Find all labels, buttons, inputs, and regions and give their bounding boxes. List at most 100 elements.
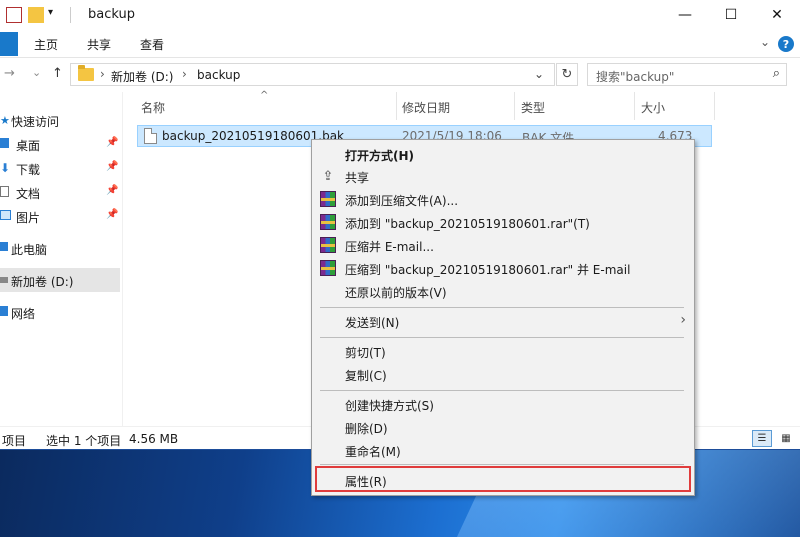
properties-icon[interactable] (6, 7, 22, 23)
search-placeholder: 搜索"backup" (596, 70, 675, 84)
menu-item-label: 添加到 "backup_20210519180601.rar"(T) (345, 217, 590, 231)
winrar-icon (320, 214, 336, 230)
sidebar-item-label: 文档 (16, 187, 41, 201)
pin-icon[interactable]: 📌 (106, 161, 118, 172)
recent-locations-icon[interactable]: ⌄ (32, 66, 41, 79)
ribbon-tabs: 主页 共享 查看 ⌄ (0, 30, 800, 58)
chevron-right-icon[interactable]: › (182, 67, 187, 81)
menu-item-copy[interactable]: 复制(C) (314, 363, 692, 386)
minimize-button[interactable]: — (662, 0, 708, 30)
menu-item-compress-email[interactable]: 压缩并 E-mail... (314, 234, 692, 257)
sidebar-item-drive-d[interactable]: 新加卷 (D:) (0, 268, 120, 292)
status-selection: 选中 1 个项目 (46, 434, 122, 448)
tab-home[interactable]: 主页 (34, 36, 58, 53)
search-input[interactable]: 搜索"backup" ⌕ (587, 63, 787, 86)
refresh-button[interactable]: ↻ (556, 63, 578, 86)
menu-item-share[interactable]: ⇪ 共享 (314, 165, 692, 188)
computer-icon (0, 242, 8, 251)
menu-item-compress-to-rar-email[interactable]: 压缩到 "backup_20210519180601.rar" 并 E-mail (314, 257, 692, 280)
sidebar-item-pictures[interactable]: 图片 📌 (0, 204, 120, 228)
menu-item-restore-previous[interactable]: 还原以前的版本(V) (314, 280, 692, 303)
file-tab[interactable] (0, 32, 18, 56)
menu-item-label: 删除(D) (345, 422, 388, 436)
breadcrumb-folder[interactable]: backup (197, 68, 240, 82)
menu-item-create-shortcut[interactable]: 创建快捷方式(S) (314, 393, 692, 416)
column-headers: ^ 名称 修改日期 类型 大小 (124, 90, 800, 120)
up-arrow-icon[interactable]: ↑ (52, 66, 63, 81)
winrar-icon (320, 260, 336, 276)
menu-item-send-to[interactable]: 发送到(N) › (314, 310, 692, 333)
menu-item-add-to-rar[interactable]: 添加到 "backup_20210519180601.rar"(T) (314, 211, 692, 234)
navigation-pane: ★ 快速访问 桌面 📌 ⬇ 下载 📌 文档 📌 图片 📌 此电脑 新加卷 (D:… (0, 92, 122, 426)
menu-item-label: 打开方式(H) (345, 149, 415, 163)
column-type[interactable]: 类型 (521, 99, 545, 116)
pin-icon[interactable]: 📌 (106, 209, 118, 220)
customize-chevron-icon[interactable]: ▾ (48, 7, 58, 23)
chevron-right-icon[interactable]: › (100, 67, 105, 81)
menu-item-add-to-archive[interactable]: 添加到压缩文件(A)... (314, 188, 692, 211)
menu-separator (320, 464, 684, 465)
status-item-count: 项目 (2, 434, 27, 448)
menu-item-delete[interactable]: 删除(D) (314, 416, 692, 439)
sidebar-item-network[interactable]: 网络 (0, 300, 120, 324)
ribbon-collapse-icon[interactable]: ⌄ (760, 35, 770, 49)
sidebar-item-label: 网络 (11, 307, 36, 321)
menu-item-label: 剪切(T) (345, 346, 386, 360)
address-dropdown-icon[interactable]: ⌄ (534, 67, 544, 81)
document-icon (0, 186, 9, 197)
desktop-icon (0, 138, 9, 148)
sidebar-item-downloads[interactable]: ⬇ 下载 📌 (0, 156, 120, 180)
sidebar-item-label: 快速访问 (11, 115, 60, 129)
highlight-box (315, 466, 691, 492)
tab-view[interactable]: 查看 (140, 36, 164, 53)
share-icon: ⇪ (322, 168, 334, 184)
sidebar-item-this-pc[interactable]: 此电脑 (0, 236, 120, 260)
column-size[interactable]: 大小 (641, 99, 665, 116)
status-size: 4.56 MB (129, 432, 179, 446)
tab-share[interactable]: 共享 (87, 36, 111, 53)
network-icon (0, 306, 8, 316)
folder-icon (78, 65, 94, 81)
forward-arrow-icon[interactable]: → (4, 66, 15, 81)
sidebar-item-documents[interactable]: 文档 📌 (0, 180, 120, 204)
column-divider[interactable] (714, 92, 715, 120)
navigation-bar: → ⌄ ↑ › 新加卷 (D:) › backup ⌄ ↻ 搜索"backup"… (0, 60, 800, 88)
winrar-icon (320, 237, 336, 253)
menu-separator (320, 390, 684, 391)
menu-item-open-with[interactable]: 打开方式(H) (314, 143, 692, 166)
menu-item-cut[interactable]: 剪切(T) (314, 340, 692, 363)
window-title: backup (88, 7, 135, 22)
file-icon (144, 128, 157, 144)
sidebar-item-quick-access[interactable]: ★ 快速访问 (0, 108, 120, 132)
column-divider[interactable] (514, 92, 515, 120)
pane-divider[interactable] (122, 92, 123, 426)
address-bar[interactable]: › 新加卷 (D:) › backup ⌄ (70, 63, 555, 86)
download-icon: ⬇ (0, 161, 11, 175)
menu-item-label: 复制(C) (345, 369, 387, 383)
menu-item-rename[interactable]: 重命名(M) (314, 439, 692, 462)
sidebar-item-label: 下载 (16, 163, 41, 177)
search-icon: ⌕ (772, 66, 780, 81)
sidebar-item-label: 桌面 (16, 139, 41, 153)
sidebar-item-label: 此电脑 (11, 243, 48, 257)
help-icon[interactable]: ? (778, 36, 794, 52)
maximize-button[interactable]: ☐ (708, 0, 754, 30)
breadcrumb-drive[interactable]: 新加卷 (D:) (111, 68, 173, 85)
drive-icon (0, 277, 8, 283)
menu-item-label: 压缩并 E-mail... (345, 240, 434, 254)
sort-ascending-icon: ^ (260, 90, 269, 101)
pin-icon[interactable]: 📌 (106, 137, 118, 148)
sidebar-item-label: 图片 (16, 211, 41, 225)
sidebar-item-desktop[interactable]: 桌面 📌 (0, 132, 120, 156)
pin-icon[interactable]: 📌 (106, 185, 118, 196)
details-view-icon[interactable]: ☰ (752, 430, 772, 447)
close-button[interactable]: ✕ (754, 0, 800, 30)
column-divider[interactable] (396, 92, 397, 120)
column-divider[interactable] (634, 92, 635, 120)
new-folder-icon[interactable] (28, 7, 44, 23)
large-icons-view-icon[interactable]: ▦ (776, 430, 796, 447)
sidebar-item-label: 新加卷 (D:) (11, 275, 74, 289)
menu-item-label: 共享 (345, 171, 370, 185)
column-name[interactable]: 名称 (141, 99, 165, 116)
column-modified[interactable]: 修改日期 (402, 99, 450, 116)
